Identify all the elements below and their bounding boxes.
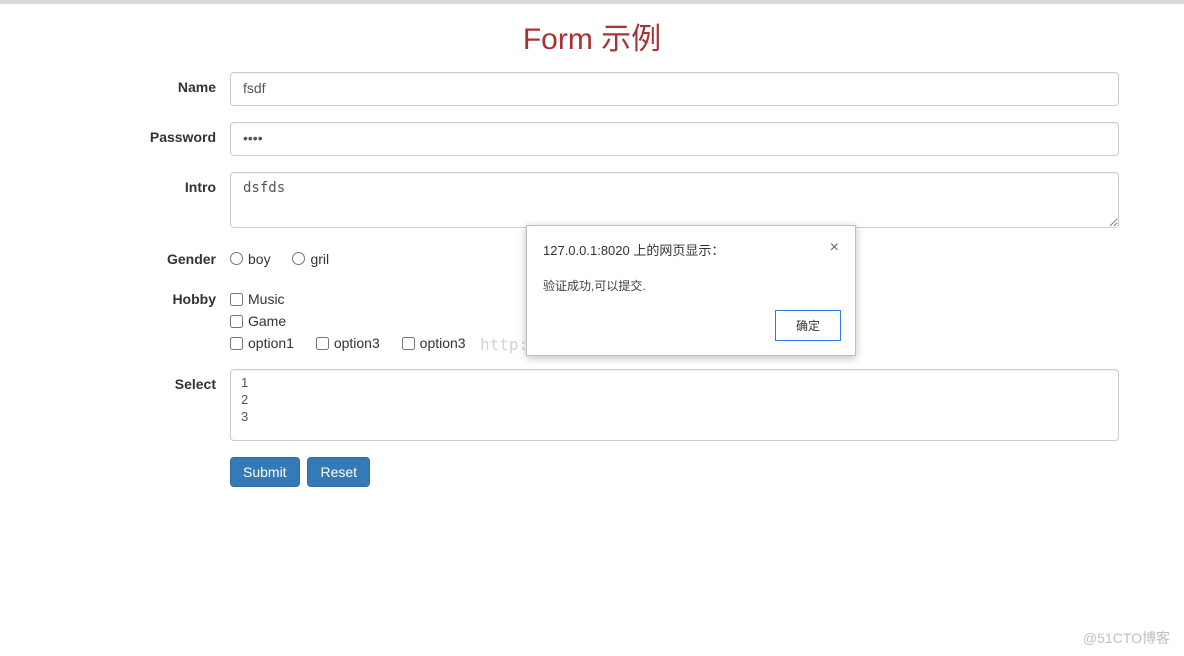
hobby-option1[interactable]: option1: [230, 335, 294, 351]
hobby-checkbox-option1[interactable]: [230, 337, 243, 350]
hobby-checkbox-game-label: Game: [248, 313, 286, 329]
reset-button[interactable]: Reset: [307, 457, 370, 487]
intro-textarea[interactable]: dsfds: [230, 172, 1119, 228]
dialog-title: 127.0.0.1:8020 上的网页显示：: [543, 240, 724, 259]
page-title: Form 示例: [65, 14, 1119, 58]
footer-watermark: @51CTO博客: [1083, 628, 1170, 648]
gender-radio-gril-label: gril: [310, 251, 329, 267]
gender-radio-gril[interactable]: [292, 252, 305, 265]
hobby-checkbox-music[interactable]: [230, 293, 243, 306]
row-intro: Intro dsfds: [65, 172, 1119, 228]
button-row: Submit Reset: [65, 457, 1119, 487]
gender-radio-boy[interactable]: [230, 252, 243, 265]
hobby-label: Hobby: [65, 284, 230, 307]
row-password: Password: [65, 122, 1119, 156]
select-label: Select: [65, 369, 230, 392]
intro-label: Intro: [65, 172, 230, 195]
password-label: Password: [65, 122, 230, 145]
dialog-confirm-button[interactable]: 确定: [775, 310, 841, 341]
select-multiple[interactable]: 1 2 3: [230, 369, 1119, 441]
submit-button[interactable]: Submit: [230, 457, 300, 487]
gender-option-boy[interactable]: boy: [230, 251, 271, 267]
gender-option-gril[interactable]: gril: [292, 251, 329, 267]
alert-dialog: 127.0.0.1:8020 上的网页显示： × 验证成功,可以提交. 确定: [526, 225, 856, 356]
gender-label: Gender: [65, 244, 230, 267]
dialog-body: 验证成功,可以提交.: [527, 265, 855, 300]
select-option-3[interactable]: 3: [237, 408, 1112, 425]
hobby-checkbox-game[interactable]: [230, 315, 243, 328]
row-select: Select 1 2 3: [65, 369, 1119, 441]
hobby-option3a[interactable]: option3: [316, 335, 380, 351]
hobby-checkbox-option3b[interactable]: [402, 337, 415, 350]
hobby-checkbox-music-label: Music: [248, 291, 285, 307]
gender-radio-boy-label: boy: [248, 251, 271, 267]
dialog-footer: 确定: [527, 300, 855, 355]
hobby-checkbox-option3b-label: option3: [420, 335, 466, 351]
name-input[interactable]: [230, 72, 1119, 106]
row-name: Name: [65, 72, 1119, 106]
window-top-border: [0, 0, 1184, 4]
password-input[interactable]: [230, 122, 1119, 156]
name-label: Name: [65, 72, 230, 95]
hobby-checkbox-option1-label: option1: [248, 335, 294, 351]
hobby-checkbox-option3a-label: option3: [334, 335, 380, 351]
close-icon[interactable]: ×: [830, 240, 839, 256]
select-option-2[interactable]: 2: [237, 391, 1112, 408]
hobby-checkbox-option3a[interactable]: [316, 337, 329, 350]
dialog-header: 127.0.0.1:8020 上的网页显示： ×: [527, 226, 855, 265]
select-option-1[interactable]: 1: [237, 374, 1112, 391]
hobby-option3b[interactable]: option3: [402, 335, 466, 351]
